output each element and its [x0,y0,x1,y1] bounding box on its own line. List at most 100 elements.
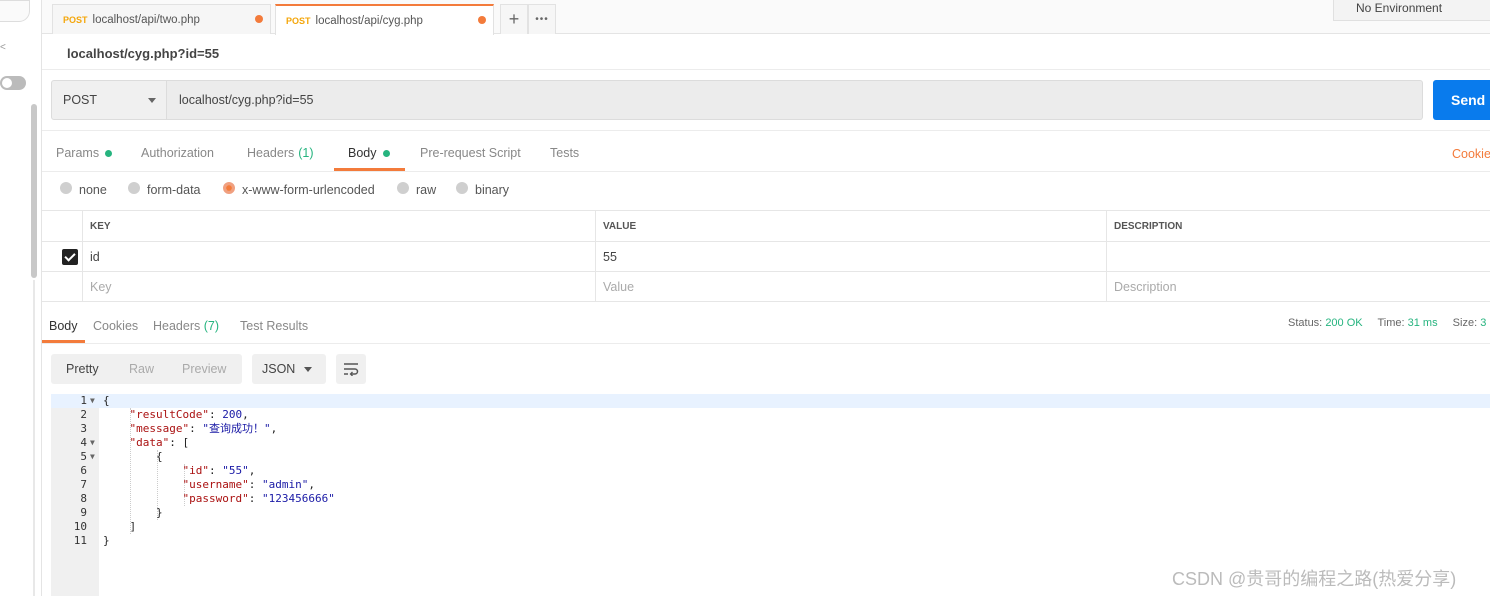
status-value: 200 OK [1325,317,1363,329]
sidebar-marker: < [0,42,6,53]
radio-label: none [79,183,107,197]
column-header-value: VALUE [595,211,1106,241]
sidebar-scrollbar[interactable] [31,104,37,278]
line-number: 1 [80,394,87,407]
code-line: 7 "username": "admin", [51,478,1490,492]
url-input[interactable] [167,80,1423,120]
row-checkbox-cell [42,242,82,271]
tab-method: POST [63,14,88,25]
sidebar-toggle[interactable] [0,76,26,90]
tab-authorization[interactable]: Authorization [141,146,214,160]
description-input[interactable]: Description [1106,272,1490,301]
table-header-row: KEY VALUE DESCRIPTION [42,210,1490,242]
add-tab-button[interactable]: + [500,4,528,34]
code-line: 3 "message": "查询成功！", [51,422,1490,436]
json-key: "data" [129,436,170,449]
json-key: "resultCode" [129,408,209,421]
radio-label: x-www-form-urlencoded [242,183,375,197]
environment-selector[interactable]: No Environment [1333,0,1490,21]
send-button[interactable]: Send [1433,80,1490,120]
sidebar-search-pill[interactable] [0,0,30,22]
code-text: "password": "123456666" [182,492,335,505]
line-number: 7 [80,478,87,491]
line-number: 10 [73,520,87,533]
radio-x-www-form-urlencoded[interactable]: x-www-form-urlencoded [223,182,375,197]
request-title: localhost/cyg.php?id=55 [67,46,220,61]
code-text: { [103,450,163,463]
unsaved-dot-icon [478,16,486,24]
tab-label: Headers [153,319,201,333]
tab-response-cookies[interactable]: Cookies [93,319,138,333]
table-row: id 55 [42,242,1490,272]
radio-selected-icon [223,182,235,194]
json-value: 200 [222,408,243,421]
code-line: 9 } [51,506,1490,520]
tab-count: (1) [298,146,314,160]
code-text: "message": "查询成功！", [129,422,278,435]
request-tab[interactable]: POST localhost/api/two.php [52,4,271,34]
code-line: 2 "resultCode": 200, [51,408,1490,422]
line-number: 3 [80,422,87,435]
status-label: Status: [1288,317,1323,329]
more-tabs-button[interactable]: ••• [528,4,556,34]
view-raw-button[interactable]: Raw [129,362,154,376]
view-preview-button[interactable]: Preview [182,362,226,376]
radio-label: form-data [147,183,201,197]
tab-label: Body [348,146,377,160]
key-cell[interactable]: id [82,242,595,271]
tab-tests[interactable]: Tests [550,146,579,160]
body-params-table: KEY VALUE DESCRIPTION id 55 Key Value De… [42,210,1490,302]
code-text: "resultCode": 200, [129,408,249,421]
value-cell[interactable]: 55 [595,242,1106,271]
json-key: "password" [182,492,249,505]
fold-arrow-icon[interactable]: ▼ [90,450,95,464]
radio-binary[interactable]: binary [456,182,509,197]
tab-headers[interactable]: Headers (1) [247,146,314,160]
tab-label: Authorization [141,146,214,160]
checkbox-checked[interactable] [62,248,78,265]
request-tab-active[interactable]: POST localhost/api/cyg.php [275,4,494,35]
fold-arrow-icon[interactable]: ▼ [90,394,95,408]
fold-arrow-icon[interactable]: ▼ [90,436,95,450]
description-cell[interactable] [1106,242,1490,271]
caret-down-icon [148,98,156,103]
format-dropdown[interactable]: JSON [252,354,326,384]
sidebar-scroll-track [33,280,35,596]
tab-pre-request-script[interactable]: Pre-request Script [420,146,521,160]
cookies-link[interactable]: Cookie [1452,147,1490,161]
radio-circle-icon [128,182,140,194]
tab-params[interactable]: Params [56,146,113,160]
tab-label: Headers [247,146,295,160]
tab-name: localhost/api/cyg.php [315,14,423,27]
tab-test-results[interactable]: Test Results [240,319,308,333]
key-input[interactable]: Key [82,272,595,301]
table-row-empty: Key Value Description [42,272,1490,302]
request-tab-bar: POST localhost/api/two.php POST localhos… [42,0,1490,35]
wrap-lines-button[interactable] [336,354,366,384]
tab-response-headers[interactable]: Headers (7) [153,319,219,333]
view-pretty-button[interactable]: Pretty [66,362,99,376]
caret-down-icon [304,367,312,372]
unsaved-dot-icon [255,15,263,23]
tab-label: Tests [550,146,580,160]
column-header-description: DESCRIPTION [1106,211,1490,241]
method-dropdown[interactable]: POST [51,80,167,120]
line-number: 9 [80,506,87,519]
code-line: 6 "id": "55", [51,464,1490,478]
radio-raw[interactable]: raw [397,182,437,197]
line-number: 4 [80,436,87,449]
value-input[interactable]: Value [595,272,1106,301]
status-dot-icon [105,149,113,157]
status-dot-icon [382,149,390,157]
radio-form-data[interactable]: form-data [128,182,201,197]
tab-body[interactable]: Body [348,146,390,160]
radio-label: raw [416,183,437,197]
tab-response-body[interactable]: Body [49,319,78,333]
radio-circle-icon [60,182,72,194]
response-tabs: Body Cookies Headers (7) Test Results St… [42,303,1490,344]
line-number: 5 [80,450,87,463]
response-status-bar: Status: 200 OK Time: 31 ms Size: 3 [1288,317,1490,329]
radio-none[interactable]: none [60,182,107,197]
format-value: JSON [262,362,296,376]
code-line: 5 ▼ { [51,450,1490,464]
